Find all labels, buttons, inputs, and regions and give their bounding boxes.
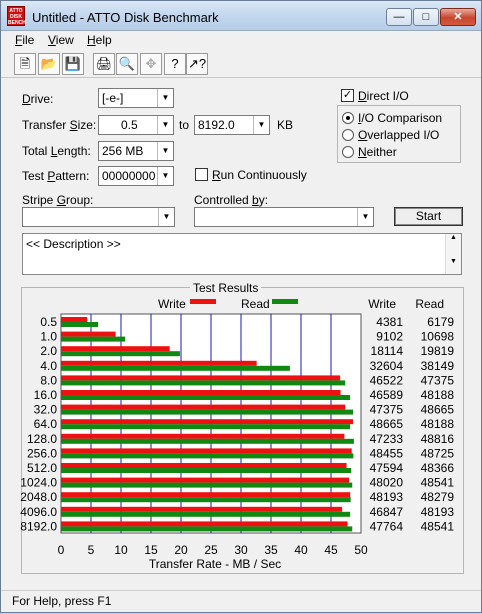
neither-radio[interactable] <box>342 146 354 158</box>
transfer-size-label: Transfer Size: <box>22 118 97 132</box>
controlled-by-label: Controlled by: <box>194 193 269 207</box>
menu-bar: File View Help <box>1 31 481 50</box>
chevron-down-icon[interactable]: ▼ <box>357 208 373 226</box>
atto-app-icon[interactable]: ATTO DISK BENCH <box>7 6 26 26</box>
neither-label: Neither <box>358 145 397 159</box>
direct-io-label: Direct I/O <box>358 89 409 103</box>
run-continuously-checkbox[interactable] <box>195 168 208 181</box>
direct-io-checkbox[interactable]: ✓ <box>341 89 354 102</box>
window-title: Untitled - ATTO Disk Benchmark <box>32 10 219 25</box>
title-bar[interactable]: ATTO DISK BENCH Untitled - ATTO Disk Bench… <box>1 1 481 31</box>
chevron-down-icon[interactable]: ▼ <box>158 208 174 226</box>
transfer-size-to-value: 8192.0 <box>198 118 235 132</box>
context-help-icon[interactable]: ↗? <box>186 53 208 75</box>
menu-view[interactable]: View <box>48 33 74 47</box>
print-icon[interactable]: 🖨 <box>93 53 115 75</box>
transfer-size-to-select[interactable]: 8192.0 ▼ <box>194 115 270 135</box>
save-icon[interactable]: 💾 <box>62 53 84 75</box>
chevron-down-icon[interactable]: ▼ <box>157 116 173 134</box>
menu-file[interactable]: File <box>15 33 34 47</box>
open-icon[interactable]: 📂 <box>38 53 60 75</box>
test-results-group <box>21 287 464 574</box>
transfer-unit-label: KB <box>277 118 294 132</box>
toolbar: 🗎 📂 💾 🖨 🔍 ✥ ? ↗? <box>1 50 481 78</box>
scroll-down-icon[interactable]: ▼ <box>446 258 461 265</box>
test-results-title: Test Results <box>190 281 262 295</box>
controlled-by-select[interactable]: ▼ <box>194 207 374 227</box>
test-pattern-value: 00000000 <box>102 169 156 183</box>
transfer-to-label: to <box>179 118 190 132</box>
chevron-down-icon[interactable]: ▼ <box>157 167 173 185</box>
new-icon[interactable]: 🗎 <box>14 53 36 75</box>
move-icon[interactable]: ✥ <box>140 53 162 75</box>
status-bar: For Help, press F1 <box>1 590 481 612</box>
transfer-size-from-value: 0.5 <box>121 118 138 132</box>
scroll-up-icon[interactable]: ▲ <box>446 234 461 241</box>
description-box[interactable]: << Description >> ▲ ▼ <box>22 233 462 275</box>
overlapped-io-label: Overlapped I/O <box>358 128 440 142</box>
drive-label: Drive: <box>22 92 54 106</box>
status-text: For Help, press F1 <box>12 594 112 608</box>
minimize-button[interactable]: — <box>386 8 412 26</box>
io-comparison-label: I/O Comparison <box>358 111 443 125</box>
description-text: << Description >> <box>26 237 121 251</box>
stripe-group-select[interactable]: ▼ <box>22 207 175 227</box>
run-continuously-label: Run Continuously <box>212 168 307 182</box>
drive-value: [-e-] <box>102 91 124 105</box>
close-button[interactable]: ✕ <box>440 8 476 26</box>
maximize-button[interactable]: □ <box>413 8 439 26</box>
print-preview-icon[interactable]: 🔍 <box>116 53 138 75</box>
test-pattern-label: Test Pattern: <box>22 169 90 183</box>
app-window: ATTO DISK BENCH Untitled - ATTO Disk Bench… <box>0 0 482 613</box>
chevron-down-icon[interactable]: ▼ <box>157 89 173 107</box>
help-icon[interactable]: ? <box>164 53 186 75</box>
chevron-down-icon[interactable]: ▼ <box>157 142 173 160</box>
stripe-group-label: Stripe Group: <box>22 193 94 207</box>
drive-select[interactable]: [-e-] ▼ <box>98 88 174 108</box>
total-length-value: 256 MB <box>102 144 144 158</box>
chevron-down-icon[interactable]: ▼ <box>253 116 269 134</box>
io-comparison-radio[interactable] <box>342 112 354 124</box>
total-length-label: Total Length: <box>22 144 91 158</box>
menu-help[interactable]: Help <box>87 33 112 47</box>
overlapped-io-radio[interactable] <box>342 129 354 141</box>
start-button[interactable]: Start <box>394 207 463 226</box>
total-length-select[interactable]: 256 MB ▼ <box>98 141 174 161</box>
transfer-size-from-select[interactable]: 0.5 ▼ <box>98 115 174 135</box>
test-pattern-select[interactable]: 00000000 ▼ <box>98 166 174 186</box>
description-scrollbar[interactable]: ▲ ▼ <box>445 234 461 274</box>
